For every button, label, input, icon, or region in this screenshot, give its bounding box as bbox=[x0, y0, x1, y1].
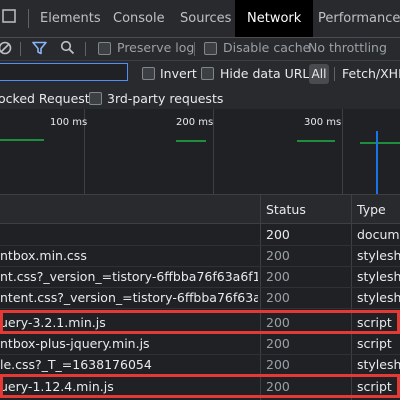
request-status: 200 bbox=[266, 248, 290, 263]
table-row[interactable]: 200 docume bbox=[0, 224, 400, 246]
request-type: styleshe bbox=[357, 290, 400, 305]
throttling-select[interactable]: No throttling bbox=[308, 40, 387, 55]
requests-table-header bbox=[0, 195, 400, 224]
clear-icon[interactable] bbox=[0, 41, 12, 55]
timeline-bar bbox=[360, 142, 400, 144]
filter-all-button[interactable]: All bbox=[309, 64, 329, 84]
request-type: script bbox=[357, 336, 392, 351]
preserve-log-checkbox[interactable] bbox=[98, 42, 111, 55]
timeline-tick: 100 ms bbox=[50, 117, 88, 128]
hide-data-urls-checkbox[interactable] bbox=[201, 67, 214, 80]
highlight-box bbox=[0, 374, 400, 398]
blocked-requests-label: ocked Requests bbox=[0, 91, 97, 106]
request-name: ntbox.min.css bbox=[0, 248, 87, 263]
timeline-gridline bbox=[342, 109, 343, 194]
table-row[interactable]: ntbox-plus-jquery.min.js 200 script bbox=[0, 333, 400, 355]
request-status: 200 bbox=[266, 290, 290, 305]
table-row[interactable]: ntent.css?_version_=tistory-6ffbba76f63a… bbox=[0, 287, 400, 309]
invert-checkbox[interactable] bbox=[142, 67, 155, 80]
request-type: styleshe bbox=[357, 269, 400, 284]
preserve-log-label: Preserve log bbox=[117, 40, 195, 55]
filter-fetch-xhr-button[interactable]: Fetch/XHR bbox=[342, 66, 400, 81]
timeline-tick: 200 ms bbox=[176, 117, 214, 128]
tab-network[interactable]: Network bbox=[235, 0, 314, 37]
request-name: ntent.css?_version_=tistory-6ffbba76f63a… bbox=[0, 290, 258, 305]
tab-sources[interactable]: Sources bbox=[168, 0, 243, 37]
timeline-bar bbox=[0, 139, 44, 141]
request-name: le.css?_T_=1638176054 bbox=[0, 357, 152, 372]
request-name: ntbox-plus-jquery.min.js bbox=[0, 336, 150, 351]
search-icon[interactable] bbox=[60, 40, 75, 55]
table-row[interactable]: ntbox.min.css 200 styleshe bbox=[0, 245, 400, 267]
tab-console[interactable]: Console bbox=[101, 0, 177, 37]
tab-performance[interactable]: Performance bbox=[306, 0, 400, 37]
request-type: docume bbox=[357, 227, 400, 242]
hide-data-urls-label: Hide data URLs bbox=[220, 66, 316, 81]
disable-cache-checkbox[interactable] bbox=[204, 42, 217, 55]
highlight-box bbox=[0, 310, 400, 334]
request-status: 200 bbox=[266, 357, 290, 372]
filter-divider bbox=[334, 67, 335, 81]
request-status: 200 bbox=[266, 227, 290, 242]
request-status: 200 bbox=[266, 269, 290, 284]
table-row[interactable]: le.css?_T_=1638176054 200 styleshe bbox=[0, 354, 400, 376]
request-name: nt.css?_version_=tistory-6ffbba76f63a6f1… bbox=[0, 269, 258, 284]
device-toolbar-icon[interactable] bbox=[2, 9, 16, 23]
table-row[interactable]: nt.css?_version_=tistory-6ffbba76f63a6f1… bbox=[0, 266, 400, 288]
column-header-status[interactable]: Status bbox=[266, 202, 306, 217]
request-type: styleshe bbox=[357, 357, 400, 372]
timeline-bar bbox=[176, 140, 206, 142]
column-header-type[interactable]: Type bbox=[357, 202, 386, 217]
disable-cache-label: Disable cache bbox=[223, 40, 311, 55]
third-party-label: 3rd-party requests bbox=[107, 91, 224, 106]
dom-content-loaded-marker bbox=[376, 131, 378, 194]
invert-label: Invert bbox=[160, 66, 197, 81]
request-type: styleshe bbox=[357, 248, 400, 263]
request-status: 200 bbox=[266, 336, 290, 351]
toolbar-divider bbox=[20, 42, 21, 56]
toolbar-divider bbox=[194, 42, 195, 56]
tab-elements[interactable]: Elements bbox=[28, 0, 113, 37]
toolbar-divider bbox=[85, 42, 86, 56]
timeline-bar bbox=[297, 140, 335, 142]
third-party-checkbox[interactable] bbox=[89, 92, 102, 105]
filter-icon[interactable] bbox=[32, 41, 47, 55]
timeline-tick: 300 ms bbox=[304, 117, 342, 128]
filter-input[interactable] bbox=[0, 63, 128, 81]
